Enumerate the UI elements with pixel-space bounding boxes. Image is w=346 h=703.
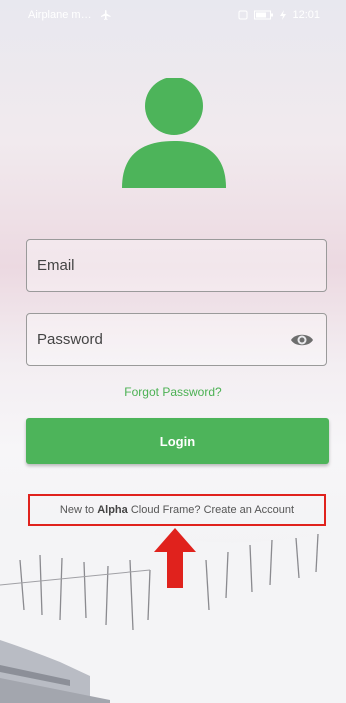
password-placeholder: Password — [37, 331, 103, 348]
password-field[interactable]: Password — [26, 313, 327, 366]
create-account-link[interactable]: New to Alpha Cloud Frame? Create an Acco… — [28, 494, 326, 526]
status-bar: Airplane m… 12:01 — [0, 0, 346, 30]
forgot-password-link[interactable]: Forgot Password? — [0, 385, 346, 399]
email-placeholder: Email — [37, 257, 75, 274]
status-time: 12:01 — [292, 9, 320, 21]
signup-prefix: New to — [59, 504, 98, 516]
signup-brand: Alpha — [97, 504, 128, 516]
airplane-icon — [100, 10, 111, 20]
battery-icon — [254, 10, 274, 20]
arrow-up-icon — [154, 528, 196, 588]
carrier-text: Airplane m… — [28, 9, 92, 21]
charging-icon — [280, 10, 287, 20]
user-avatar-icon — [122, 78, 226, 188]
login-screen: Airplane m… 12:01 Email Password Forgot … — [0, 0, 346, 703]
login-button[interactable]: Login — [26, 418, 329, 464]
nfc-icon — [238, 10, 248, 20]
signup-suffix: Cloud Frame? Create an Account — [127, 504, 295, 516]
eye-icon[interactable] — [290, 331, 314, 349]
email-field[interactable]: Email — [26, 239, 327, 292]
